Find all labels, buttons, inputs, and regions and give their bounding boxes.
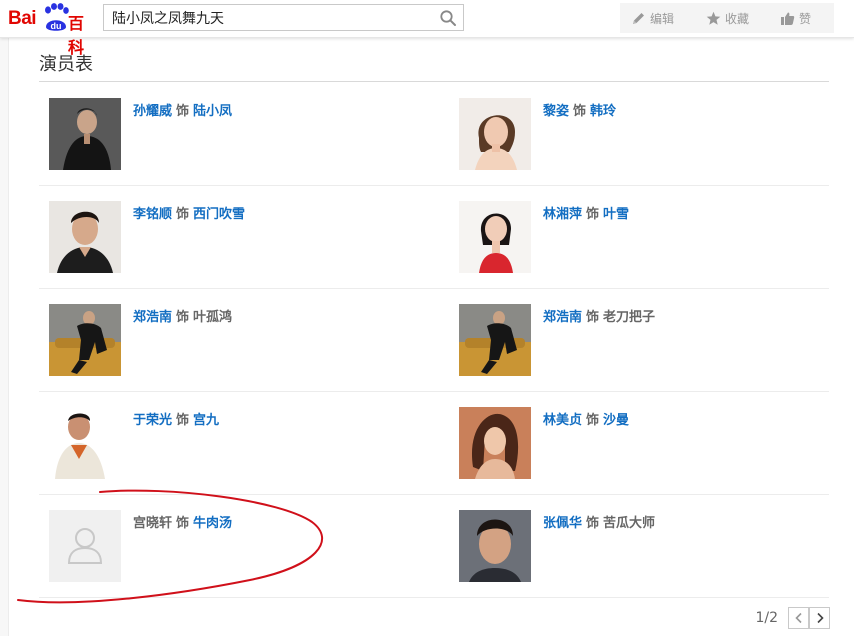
row-divider [39, 185, 829, 186]
actor-name-link[interactable]: 黎姿 [543, 104, 569, 119]
edit-label: 编辑 [650, 11, 675, 26]
cast-item: 郑浩南饰叶孤鸿 [49, 304, 409, 384]
role-name-link[interactable]: 牛肉汤 [193, 516, 232, 531]
role-name-link[interactable]: 宫九 [193, 413, 219, 428]
cast-pager: 1/2 [755, 606, 830, 630]
cast-item: 林湘萍饰叶雪 [459, 201, 819, 281]
paw-logo-icon: du [45, 3, 69, 31]
search-box [103, 4, 464, 31]
actor-name: 宫晓轩 [133, 516, 173, 531]
like-button[interactable]: 赞 [780, 3, 811, 33]
actor-photo-placeholder[interactable] [49, 510, 121, 582]
cast-info: 于荣光饰宫九 [133, 409, 219, 428]
actor-name-link[interactable]: 李铭顺 [133, 207, 172, 222]
edit-button[interactable]: 编辑 [631, 3, 674, 33]
cast-separator: 饰 [573, 104, 587, 119]
actor-name-link[interactable]: 于荣光 [133, 413, 172, 428]
actor-name-link[interactable]: 林湘萍 [543, 207, 582, 222]
actor-photo[interactable] [459, 407, 531, 479]
cast-separator: 饰 [176, 104, 190, 119]
logo-text: Bai [8, 8, 37, 29]
chevron-left-icon [794, 612, 802, 624]
cast-info: 林美贞饰沙曼 [543, 409, 629, 428]
favorite-label: 收藏 [725, 11, 750, 26]
cast-separator: 饰 [176, 413, 190, 428]
cast-separator: 饰 [176, 207, 190, 222]
role-name: 老刀把子 [603, 310, 656, 325]
actor-name-link[interactable]: 林美贞 [543, 413, 582, 428]
cast-info: 李铭顺饰西门吹雪 [133, 203, 245, 222]
cast-info: 宫晓轩饰牛肉汤 [133, 512, 232, 531]
cast-item: 宫晓轩饰牛肉汤 [49, 510, 409, 590]
cast-item: 张佩华饰苦瓜大师 [459, 510, 819, 590]
actor-name-link[interactable]: 郑浩南 [133, 310, 172, 325]
cast-separator: 饰 [586, 310, 600, 325]
actor-name-link[interactable]: 郑浩南 [543, 310, 582, 325]
actor-name-link[interactable]: 张佩华 [543, 516, 582, 531]
actor-photo[interactable] [459, 201, 531, 273]
cast-item: 黎姿饰韩玲 [459, 98, 819, 178]
cast-item: 于荣光饰宫九 [49, 407, 409, 487]
actor-photo[interactable] [459, 98, 531, 170]
cast-info: 郑浩南饰老刀把子 [543, 306, 655, 325]
row-divider [39, 494, 829, 495]
page-indicator: 1/2 [755, 610, 778, 626]
baidu-baike-logo[interactable]: Bai du 百科 [8, 3, 92, 57]
cast-item: 林美贞饰沙曼 [459, 407, 819, 487]
favorite-button[interactable]: 收藏 [706, 3, 749, 33]
role-name-link[interactable]: 叶雪 [603, 207, 629, 222]
cast-separator: 饰 [586, 516, 600, 531]
cast-info: 林湘萍饰叶雪 [543, 203, 629, 222]
role-name-link[interactable]: 韩玲 [590, 104, 616, 119]
cast-info: 张佩华饰苦瓜大师 [543, 512, 655, 531]
row-divider [39, 288, 829, 289]
actor-photo[interactable] [49, 201, 121, 273]
like-label: 赞 [799, 11, 812, 26]
cast-item: 孙耀威饰陆小凤 [49, 98, 409, 178]
actor-photo[interactable] [49, 407, 121, 479]
default-avatar-icon [49, 510, 121, 582]
cast-separator: 饰 [586, 413, 600, 428]
actor-photo[interactable] [49, 98, 121, 170]
role-name-link[interactable]: 沙曼 [603, 413, 629, 428]
thumbs-up-icon [781, 12, 795, 25]
actor-photo[interactable] [49, 304, 121, 376]
search-input[interactable] [104, 5, 429, 30]
role-name: 苦瓜大师 [603, 516, 656, 531]
cast-item: 郑浩南饰老刀把子 [459, 304, 819, 384]
logo-suffix: 百科 [68, 14, 84, 57]
logo-du-text: du [51, 21, 62, 31]
role-name-link[interactable]: 西门吹雪 [193, 207, 245, 222]
role-name-link[interactable]: 陆小凤 [193, 104, 232, 119]
left-scroll-strip [0, 38, 9, 636]
actor-photo[interactable] [459, 510, 531, 582]
row-divider [39, 597, 829, 598]
cast-info: 郑浩南饰叶孤鸿 [133, 306, 232, 325]
role-name: 叶孤鸿 [193, 310, 233, 325]
cast-info: 黎姿饰韩玲 [543, 100, 616, 119]
star-icon [706, 11, 721, 25]
prev-page-button[interactable] [788, 607, 809, 629]
search-icon[interactable] [439, 9, 457, 27]
cast-separator: 饰 [176, 310, 190, 325]
section-divider [39, 81, 829, 82]
next-page-button[interactable] [809, 607, 830, 629]
top-bar: Bai du 百科 编辑 收藏 [0, 0, 854, 57]
row-divider [39, 391, 829, 392]
cast-item: 李铭顺饰西门吹雪 [49, 201, 409, 281]
cast-info: 孙耀威饰陆小凤 [133, 100, 232, 119]
action-bar: 编辑 收藏 赞 [620, 3, 834, 33]
pencil-icon [633, 12, 644, 24]
actor-name-link[interactable]: 孙耀威 [133, 104, 172, 119]
cast-separator: 饰 [586, 207, 600, 222]
cast-separator: 饰 [176, 516, 190, 531]
chevron-right-icon [816, 612, 824, 624]
actor-photo[interactable] [459, 304, 531, 376]
